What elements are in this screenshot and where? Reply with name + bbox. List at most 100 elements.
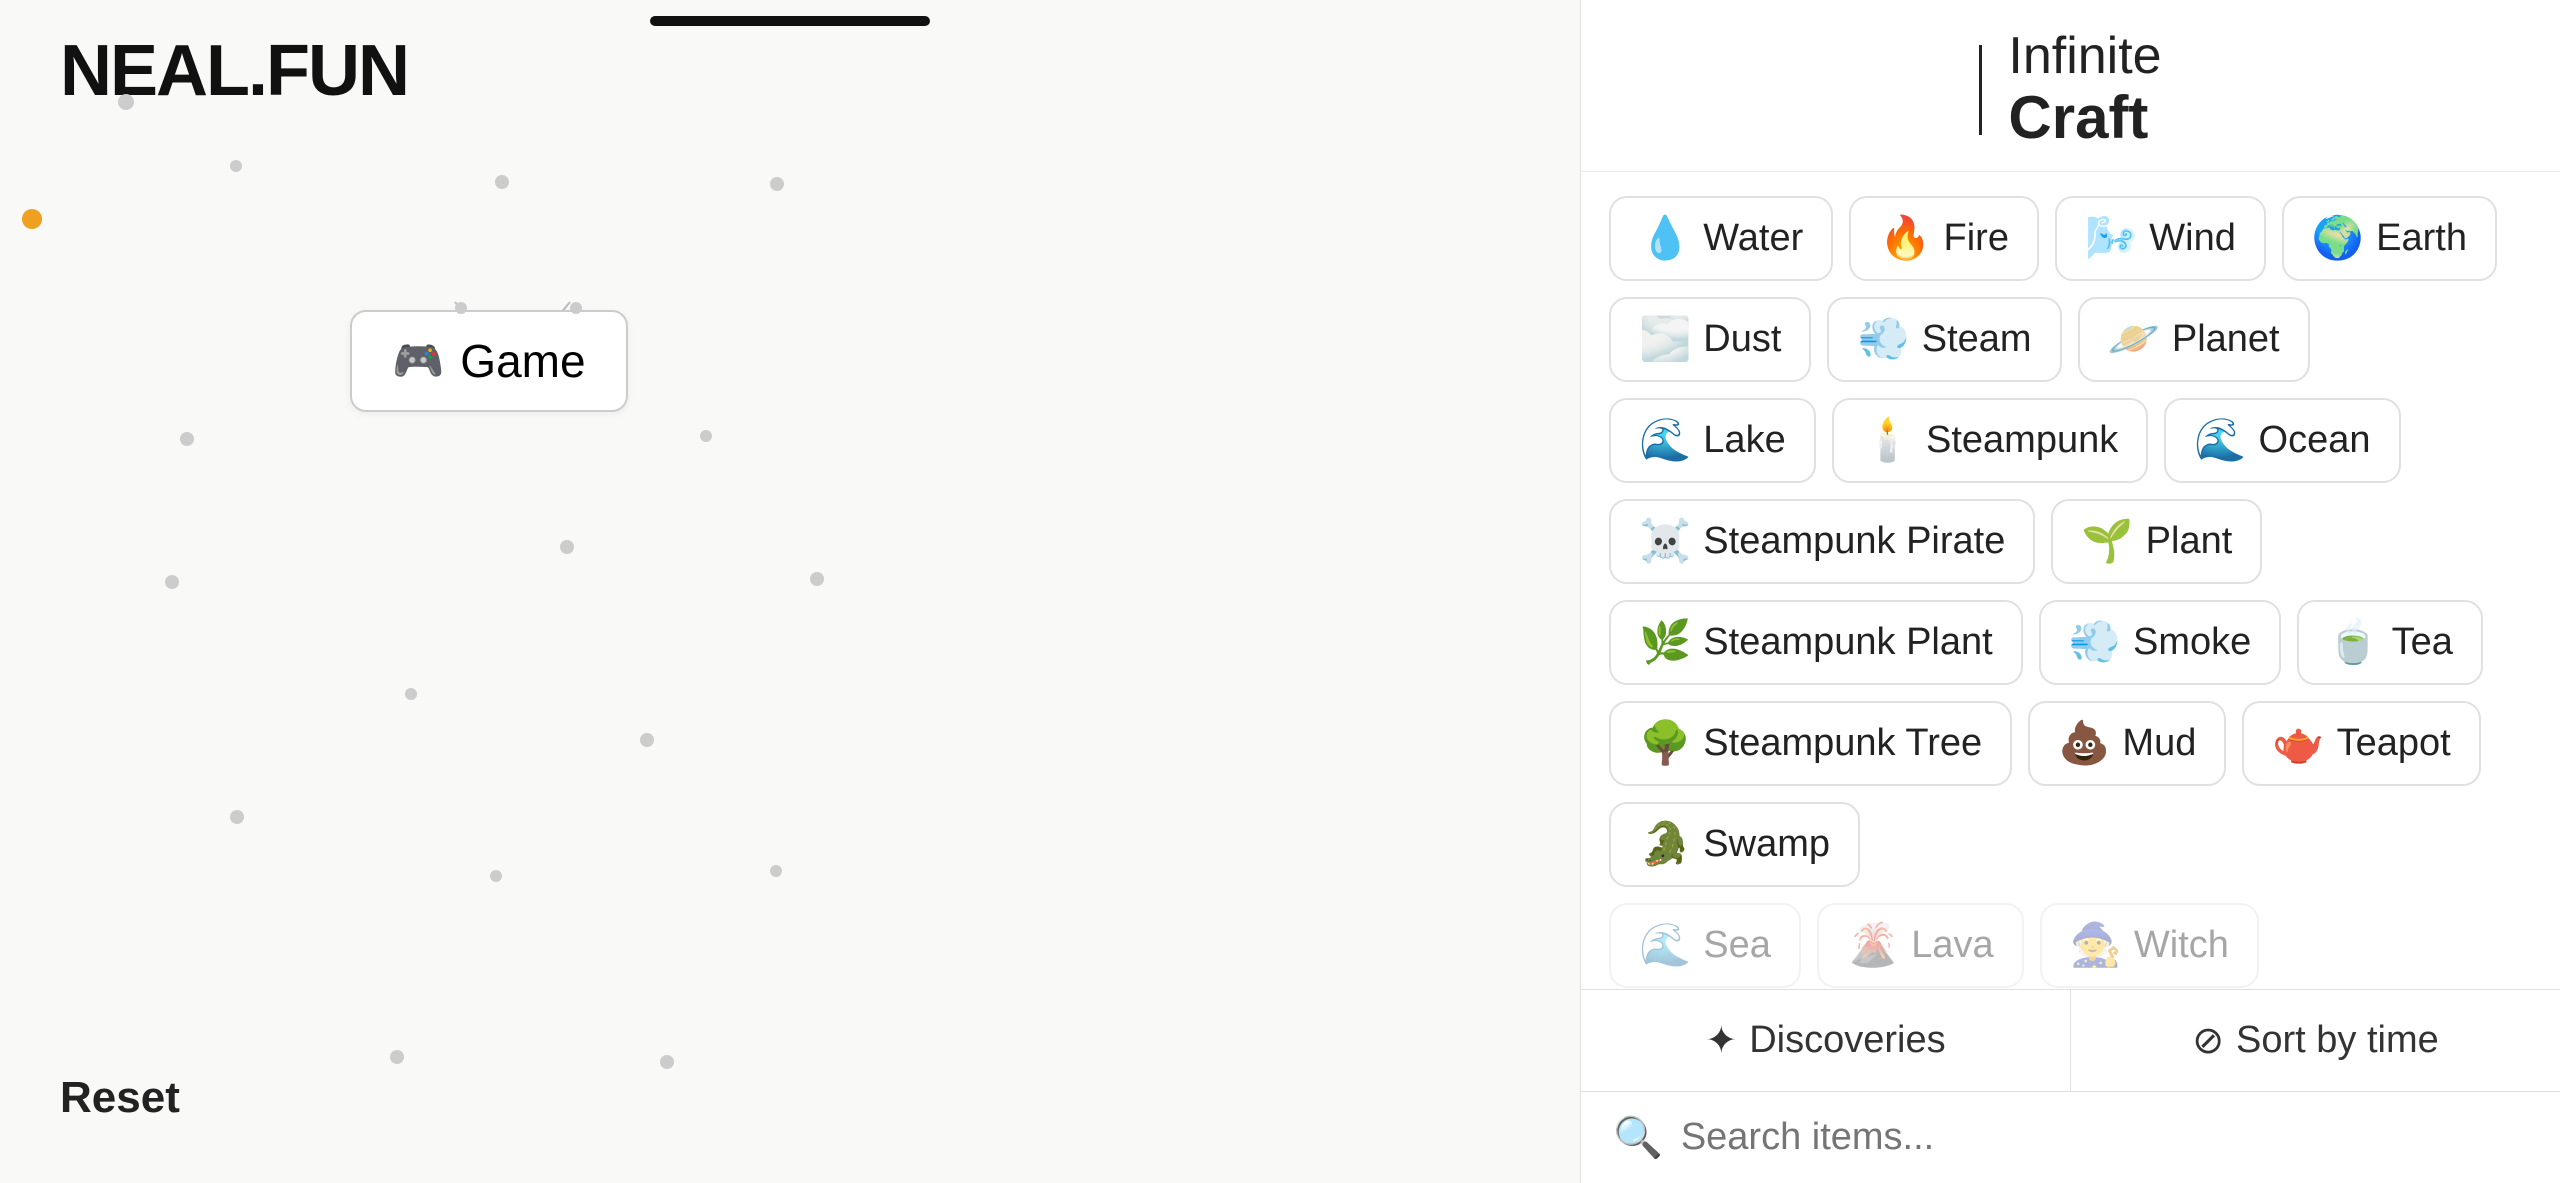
craft-title-bar: Infinite Craft [1979,28,2161,151]
home-bar [650,16,930,26]
decorative-dot [660,1055,674,1069]
search-icon: 🔍 [1613,1114,1663,1161]
item-chip[interactable]: 🔥Fire [1849,196,2039,281]
decorative-dot [390,1050,404,1064]
item-chip-partial[interactable]: 🌋 Lava [1817,903,2024,988]
item-label: Tea [2392,621,2453,664]
discoveries-button[interactable]: ✦ Discoveries [1581,990,2071,1091]
item-emoji: 🌳 [1639,719,1691,768]
game-emoji: 🎮 [392,337,444,386]
decorative-dot [230,810,244,824]
item-emoji: 🫖 [2272,719,2324,768]
game-element[interactable]: 🎮 Game [350,310,628,412]
item-chip[interactable]: 🫖 Teapot [2242,701,2480,786]
search-bar: 🔍 [1581,1092,2560,1183]
item-chip[interactable]: 💨Steam [1827,297,2061,382]
decorative-dot [22,209,42,229]
item-chip[interactable]: 🌬️ Wind [2055,196,2266,281]
item-emoji: 🌊 [1639,416,1691,465]
item-label: Mud [2122,722,2196,765]
decorative-dot [770,177,784,191]
item-chip[interactable]: 🌊Lake [1609,398,1816,483]
decorative-dot [495,175,509,189]
item-emoji: 🧙 [2070,921,2122,970]
item-emoji: 🌋 [1847,921,1899,970]
item-chip-partial[interactable]: 🌊 Sea [1609,903,1801,988]
decorative-dot [490,870,502,882]
item-emoji: 🕯️ [1862,416,1914,465]
item-emoji: 🌬️ [2085,214,2137,263]
item-label: Steampunk Tree [1703,722,1982,765]
partial-row: 🌊 Sea 🌋 Lava 🧙 Witch [1609,903,2532,988]
item-label: Dust [1703,318,1781,361]
items-grid: 💧 Water 🔥Fire 🌬️ Wind 🌍Earth 🌫️ Dust 💨Steam 🪐 Plan… [1609,196,2532,887]
decorative-dot [118,94,134,110]
item-emoji: 🪐 [2108,315,2160,364]
sort-button[interactable]: ⊘ Sort by time [2071,990,2560,1091]
decorative-dot [570,302,582,314]
neal-logo[interactable]: NEAL.FUN [60,30,408,112]
item-label: Sea [1703,924,1771,967]
item-chip[interactable]: 🌿Steampunk Plant [1609,600,2023,685]
item-emoji: 🐊 [1639,820,1691,869]
craft-divider [1979,45,1982,135]
bottom-bar: ✦ Discoveries ⊘ Sort by time 🔍 [1581,989,2560,1183]
game-label: Game [460,334,585,388]
item-emoji: 🌿 [1639,618,1691,667]
item-chip-partial[interactable]: 🧙 Witch [2040,903,2259,988]
item-chip[interactable]: 🌱 Plant [2051,499,2262,584]
item-chip[interactable]: ☠️ Steampunk Pirate [1609,499,2035,584]
item-chip[interactable]: 🕯️ Steampunk [1832,398,2149,483]
item-emoji: 🍵 [2327,618,2379,667]
item-label: Lava [1911,924,1993,967]
sidebar: Infinite Craft 💧 Water 🔥Fire 🌬️ Wind 🌍Earth 🌫️… [1580,0,2560,1183]
item-label: Teapot [2337,722,2451,765]
item-emoji: 💧 [1639,214,1691,263]
sort-icon: ⊘ [2192,1018,2224,1063]
item-emoji: 💨 [2069,618,2121,667]
item-emoji: 🌫️ [1639,315,1691,364]
item-chip[interactable]: 💩Mud [2028,701,2226,786]
item-emoji: 🌍 [2312,214,2364,263]
decorative-dot [230,160,242,172]
item-label: Steampunk [1926,419,2118,462]
item-label: Water [1703,217,1803,260]
item-label: Steampunk Pirate [1703,520,2005,563]
item-label: Planet [2172,318,2280,361]
decorative-dot [770,865,782,877]
craft-infinite: Infinite [2008,28,2161,85]
items-area[interactable]: 💧 Water 🔥Fire 🌬️ Wind 🌍Earth 🌫️ Dust 💨Steam 🪐 Plan… [1581,172,2560,989]
item-chip[interactable]: 🌊 Ocean [2164,398,2400,483]
decorative-dot [810,572,824,586]
connector-lines [0,0,1580,1183]
item-emoji: 🔥 [1879,214,1931,263]
item-chip[interactable]: 🍵 Tea [2297,600,2483,685]
decorative-dot [455,302,467,314]
item-emoji: 🌊 [1639,921,1691,970]
item-emoji: 🌱 [2081,517,2133,566]
item-chip[interactable]: 💨 Smoke [2039,600,2282,685]
item-label: Wind [2149,217,2236,260]
item-label: Ocean [2259,419,2371,462]
craft-header: Infinite Craft [1581,0,2560,172]
item-chip[interactable]: 💧 Water [1609,196,1833,281]
item-chip[interactable]: 🐊Swamp [1609,802,1860,887]
item-label: Plant [2146,520,2233,563]
item-label: Witch [2134,924,2229,967]
canvas-area: NEAL.FUN 🎮 Game Reset [0,0,1580,1183]
decorative-dot [560,540,574,554]
search-input[interactable] [1681,1116,2528,1159]
discoveries-label: Discoveries [1749,1019,1945,1062]
item-chip[interactable]: 🌫️ Dust [1609,297,1811,382]
item-chip[interactable]: 🌍Earth [2282,196,2497,281]
reset-button[interactable]: Reset [60,1073,180,1123]
item-chip[interactable]: 🪐 Planet [2078,297,2310,382]
item-chip[interactable]: 🌳 Steampunk Tree [1609,701,2012,786]
item-emoji: 🌊 [2194,416,2246,465]
decorative-dot [700,430,712,442]
sort-label: Sort by time [2236,1019,2439,1062]
item-label: Smoke [2133,621,2251,664]
item-emoji: ☠️ [1639,517,1691,566]
craft-title: Infinite Craft [2008,28,2161,151]
item-emoji: 💨 [1857,315,1909,364]
